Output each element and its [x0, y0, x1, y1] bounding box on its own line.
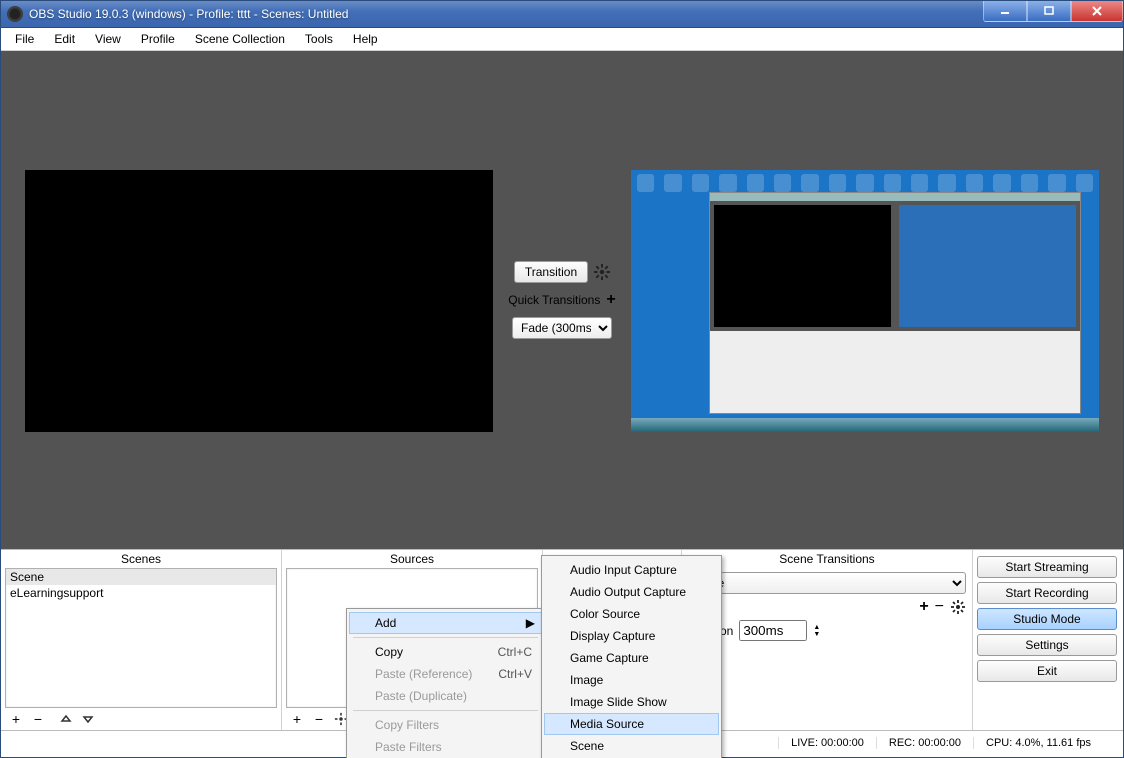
minimize-button[interactable] [983, 1, 1027, 22]
menu-tools[interactable]: Tools [297, 30, 341, 48]
exit-button[interactable]: Exit [977, 660, 1117, 682]
quick-transitions-label: Quick Transitions [508, 293, 600, 307]
add-source-game-capture[interactable]: Game Capture [544, 647, 719, 669]
program-output-content [631, 170, 1099, 432]
status-rec: REC: 00:00:00 [876, 737, 973, 749]
source-remove-button[interactable]: − [308, 709, 330, 729]
ctx-add[interactable]: Add▶ [349, 612, 542, 634]
add-source-scene[interactable]: Scene [544, 735, 719, 757]
plus-icon[interactable]: + [606, 291, 615, 309]
add-source-image-slide-show[interactable]: Image Slide Show [544, 691, 719, 713]
scene-up-button[interactable] [55, 709, 77, 729]
add-source-media-source[interactable]: Media Source [544, 713, 719, 735]
add-source-audio-output-capture[interactable]: Audio Output Capture [544, 581, 719, 603]
menu-file[interactable]: File [7, 30, 42, 48]
scene-down-button[interactable] [77, 709, 99, 729]
menu-scene-collection[interactable]: Scene Collection [187, 30, 293, 48]
ctx-paste-dup: Paste (Duplicate) [349, 685, 542, 707]
menu-view[interactable]: View [87, 30, 129, 48]
add-source-display-capture[interactable]: Display Capture [544, 625, 719, 647]
spinner-icon[interactable]: ▲▼ [813, 624, 820, 638]
transition-select[interactable]: Fade [688, 572, 966, 594]
menu-help[interactable]: Help [345, 30, 386, 48]
studio-mode-button[interactable]: Studio Mode [977, 608, 1117, 630]
source-add-button[interactable]: + [286, 709, 308, 729]
gear-icon[interactable] [950, 599, 966, 615]
gear-icon[interactable] [594, 264, 610, 280]
ctx-paste-filters: Paste Filters [349, 736, 542, 758]
add-source-submenu: Audio Input CaptureAudio Output CaptureC… [541, 555, 722, 758]
settings-button[interactable]: Settings [977, 634, 1117, 656]
menubar: File Edit View Profile Scene Collection … [1, 28, 1123, 51]
ctx-copy-filters: Copy Filters [349, 714, 542, 736]
sources-header: Sources [282, 550, 542, 568]
transition-add-button[interactable]: + [919, 598, 928, 616]
sources-context-menu: Add▶ CopyCtrl+C Paste (Reference)Ctrl+V … [346, 608, 545, 758]
add-source-image[interactable]: Image [544, 669, 719, 691]
duration-input[interactable] [739, 620, 807, 641]
add-source-audio-input-capture[interactable]: Audio Input Capture [544, 559, 719, 581]
window-title: OBS Studio 19.0.3 (windows) - Profile: t… [29, 7, 983, 21]
menu-profile[interactable]: Profile [133, 30, 183, 48]
scene-remove-button[interactable]: − [27, 709, 49, 729]
quick-transition-select[interactable]: Fade (300ms) [512, 317, 612, 339]
transition-remove-button[interactable]: − [935, 598, 944, 616]
preview-right[interactable] [621, 55, 1119, 545]
scenes-header: Scenes [1, 550, 281, 568]
scene-transitions-header: Scene Transitions [682, 550, 972, 568]
start-recording-button[interactable]: Start Recording [977, 582, 1117, 604]
preview-left[interactable] [5, 55, 503, 545]
scene-item[interactable]: Scene [6, 569, 276, 585]
menu-edit[interactable]: Edit [46, 30, 83, 48]
add-source-color-source[interactable]: Color Source [544, 603, 719, 625]
start-streaming-button[interactable]: Start Streaming [977, 556, 1117, 578]
transition-button[interactable]: Transition [514, 261, 588, 283]
ctx-copy[interactable]: CopyCtrl+C [349, 641, 542, 663]
maximize-button[interactable] [1027, 1, 1071, 22]
close-button[interactable] [1071, 1, 1123, 22]
scene-add-button[interactable]: + [5, 709, 27, 729]
app-icon [7, 6, 23, 22]
status-live: LIVE: 00:00:00 [778, 737, 876, 749]
control-buttons: Start Streaming Start Recording Studio M… [973, 550, 1123, 730]
ctx-paste-ref: Paste (Reference)Ctrl+V [349, 663, 542, 685]
transition-controls: Transition Quick Transitions + Fade (300… [507, 55, 617, 545]
status-cpu: CPU: 4.0%, 11.61 fps [973, 737, 1103, 749]
preview-left-canvas [25, 170, 493, 432]
scenes-list[interactable]: Scene eLearningsupport [5, 568, 277, 708]
scene-item[interactable]: eLearningsupport [6, 585, 276, 601]
